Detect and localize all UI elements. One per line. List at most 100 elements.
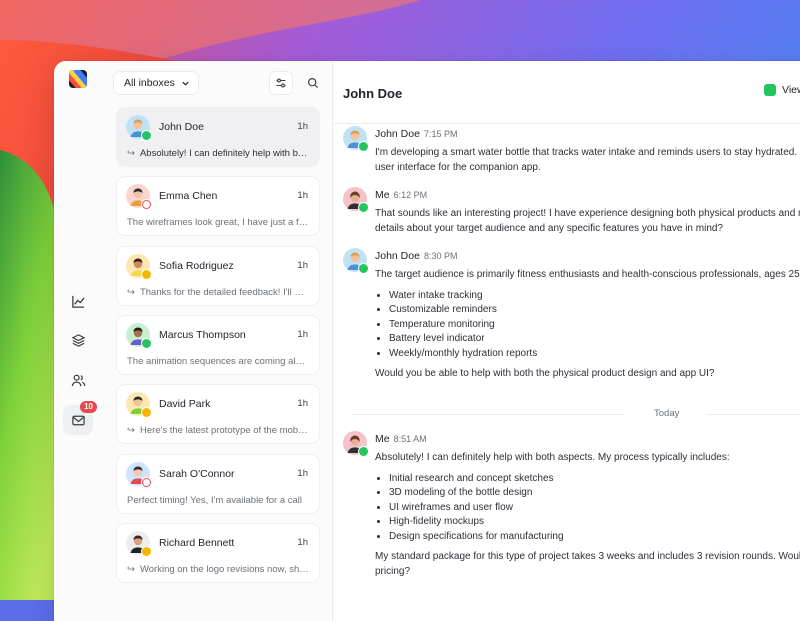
avatar (126, 461, 152, 488)
message-author: John Doe (375, 128, 420, 140)
view-label: View (782, 84, 800, 96)
reply-arrow-icon: ↪ (127, 563, 135, 575)
chat-title: John Doe (343, 86, 403, 101)
conversation-item[interactable]: Richard Bennett 1h ↪ Working on the logo re… (116, 522, 320, 583)
layers-button[interactable] (63, 325, 93, 355)
list-item: UI wireframes and user flow (389, 501, 800, 516)
conversation-name: David Park (159, 398, 211, 411)
list-item: Weekly/monthly hydration reports (389, 347, 800, 362)
view-profile-button[interactable]: View (764, 84, 800, 96)
conversation-item[interactable]: David Park 1h ↪ Here's the latest prototype… (116, 384, 320, 445)
mail-icon (71, 415, 85, 425)
conversation-time: 1h (297, 467, 308, 479)
layers-icon (71, 333, 85, 347)
date-divider: Today (353, 407, 800, 421)
reply-arrow-icon: ↪ (127, 286, 135, 298)
conversation-item[interactable]: John Doe 1h ↪ Absolutely! I can definitely … (116, 107, 320, 167)
conversation-item[interactable]: Sofia Rodriguez 1h ↪ Thanks for the detaile… (116, 245, 320, 306)
snippet-text: The animation sequences are coming along… (127, 355, 309, 367)
message-author: John Doe (375, 250, 420, 262)
avatar (126, 392, 152, 419)
conversation-item[interactable]: Sarah O'Connor 1h Perfect timing! Yes, I'm… (116, 453, 320, 514)
chart-icon (71, 295, 85, 308)
message-time: 7:15 PM (423, 129, 458, 139)
conversation-list: All inboxes John Doe 1h ↪ Absolutely! I can… (104, 61, 333, 621)
message-body: Absolutely! I can definitely help with b… (375, 451, 800, 579)
avatar (126, 530, 152, 557)
unread-badge: 10 (80, 401, 97, 413)
list-header: All inboxes (113, 71, 325, 95)
view-icon (764, 84, 776, 96)
list-item: Temperature monitoring (389, 318, 800, 333)
message-line: pricing? (375, 565, 411, 577)
snippet-text: Thanks for the detailed feedback! I'll u… (139, 286, 309, 298)
online-status-icon (358, 263, 369, 274)
snippet-text: Here's the latest prototype of the mobil… (139, 425, 309, 437)
away-status-icon (141, 545, 152, 557)
snippet-text: Working on the logo revisions now, shoul… (139, 563, 309, 575)
conversation-snippet: ↪ Working on the logo revisions now, shou… (127, 564, 309, 575)
conversation-snippet: Perfect timing! Yes, I'm available for a… (127, 495, 309, 506)
list-item: Water intake tracking (389, 289, 800, 304)
list-item: Initial research and concept sketches (389, 472, 800, 487)
conversation-name: Sofia Rodriguez (159, 259, 234, 272)
avatar (126, 253, 152, 280)
message-time: 8:51 AM (393, 434, 427, 444)
away-status-icon (141, 268, 152, 280)
avatar (343, 248, 369, 274)
message-line: details about your target audience and a… (375, 222, 723, 234)
search-icon (307, 77, 319, 89)
chevron-down-icon (182, 81, 189, 86)
snippet-text: Perfect timing! Yes, I'm available for a… (127, 494, 303, 506)
conversation-time: 1h (297, 259, 308, 271)
contacts-button[interactable] (63, 365, 93, 395)
conversation-item[interactable]: Emma Chen 1h The wireframes look great, I … (116, 176, 320, 237)
inbox-filter-select[interactable]: All inboxes (113, 71, 199, 95)
bullet-list: Initial research and concept sketches 3D… (375, 472, 800, 545)
inbox-filter-label: All inboxes (124, 77, 175, 89)
busy-status-icon (141, 199, 152, 211)
app-logo[interactable] (69, 70, 87, 88)
sliders-icon (276, 78, 286, 88)
online-status-icon (141, 337, 152, 349)
inbox-button[interactable]: 10 (63, 401, 97, 435)
online-status-icon (141, 130, 152, 141)
avatar (126, 115, 152, 141)
snippet-text: The wireframes look great, I have just a… (127, 217, 309, 229)
reply-arrow-icon: ↪ (127, 148, 135, 159)
avatar (126, 184, 152, 211)
list-item: Battery level indicator (389, 332, 800, 347)
date-divider-label: Today (654, 408, 680, 419)
chat-header: John Doe View (333, 61, 800, 124)
message-line: The target audience is primarily fitness… (375, 269, 800, 280)
message-line: Absolutely! I can definitely help with b… (375, 452, 730, 463)
filter-button[interactable] (269, 71, 293, 95)
conversation-time: 1h (297, 536, 308, 548)
message-line: That sounds like an interesting project!… (375, 208, 800, 219)
online-status-icon (358, 202, 369, 213)
conversation-snippet: The animation sequences are coming along… (127, 356, 309, 367)
list-item: 3D modeling of the bottle design (389, 486, 800, 501)
avatar (126, 322, 152, 349)
avatar (343, 187, 369, 213)
message-line: Would you be able to help with both the … (375, 368, 715, 379)
message-body: That sounds like an interesting project!… (375, 207, 800, 236)
away-status-icon (141, 407, 152, 419)
list-item: Customizable reminders (389, 303, 800, 318)
conversation-snippet: The wireframes look great, I have just a… (127, 217, 309, 228)
conversation-item[interactable]: Marcus Thompson 1h The animation sequences… (116, 314, 320, 375)
conversation-name: Emma Chen (159, 190, 218, 203)
conversation-snippet: ↪ Absolutely! I can definitely help with … (127, 148, 309, 159)
app-window: 10 All inboxes John Doe 1h ↪ Absolutely! I … (54, 61, 800, 621)
analytics-button[interactable] (63, 286, 93, 316)
conversation-snippet: ↪ Here's the latest prototype of the mobi… (127, 425, 309, 436)
avatar (343, 126, 369, 152)
avatar (343, 431, 369, 457)
conversation-time: 1h (297, 121, 308, 132)
search-button[interactable] (301, 71, 325, 95)
message-author: Me (375, 433, 390, 445)
message-body: I'm developing a smart water bottle that… (375, 146, 800, 175)
conversation-time: 1h (297, 398, 308, 410)
conversation-time: 1h (297, 328, 308, 340)
message-line: user interface for the companion app. (375, 161, 541, 173)
